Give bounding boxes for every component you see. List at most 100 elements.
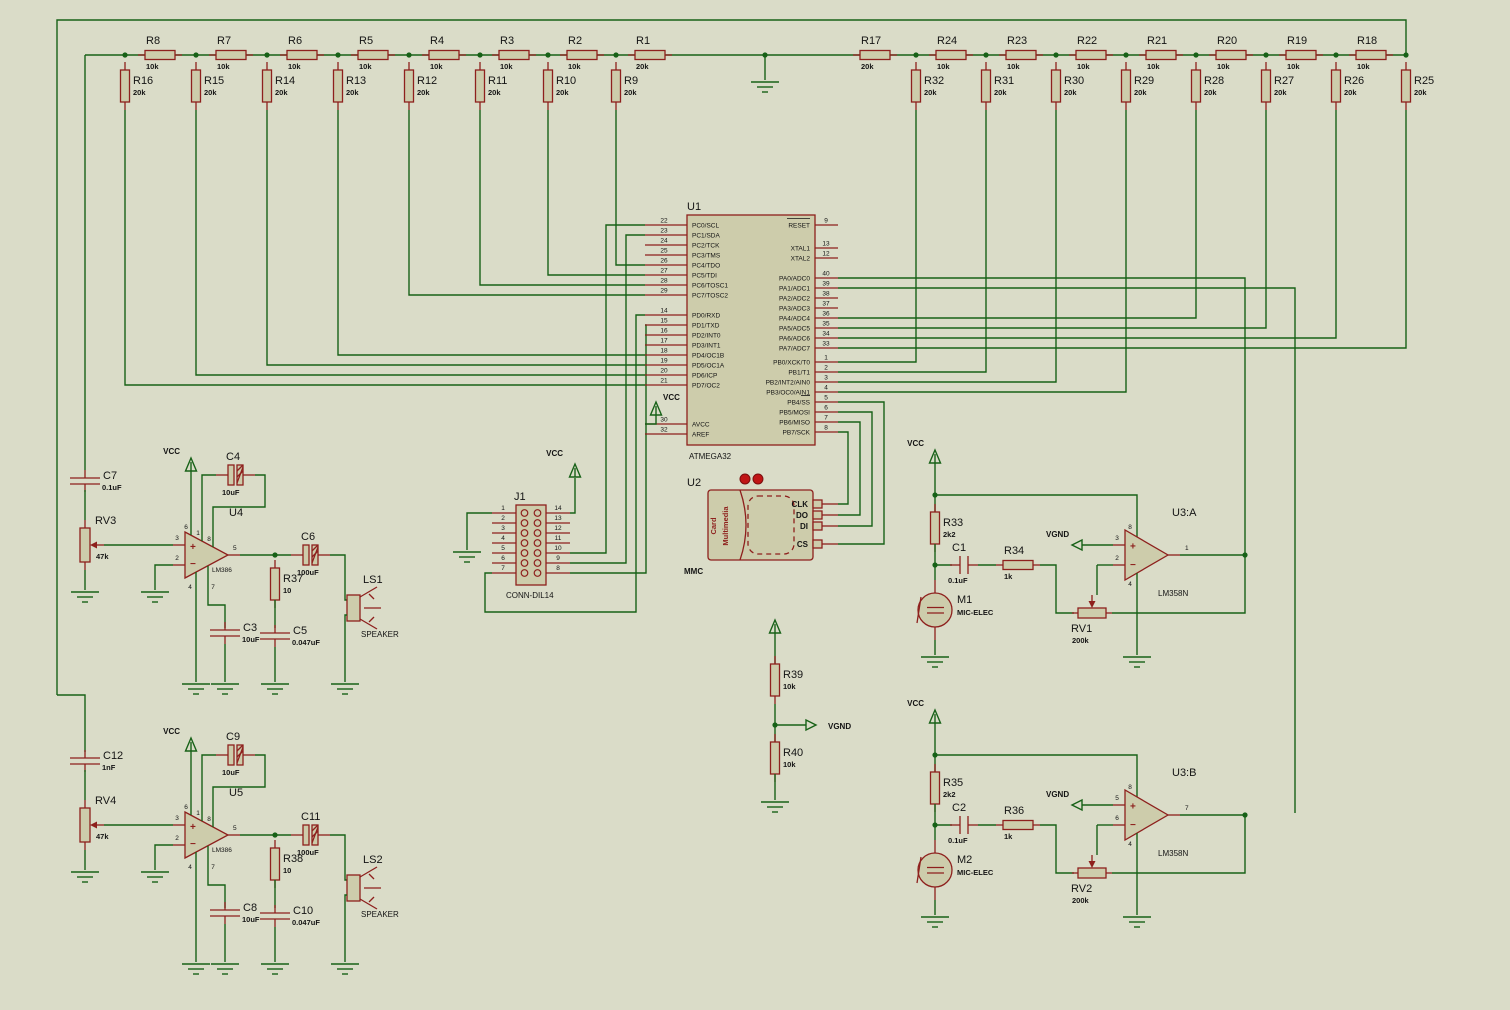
vcc-arrow[interactable]: VCC	[907, 439, 942, 464]
ground-symbol[interactable]	[921, 916, 949, 928]
ground-symbol[interactable]	[331, 683, 359, 695]
vcc-arrow[interactable]: VCC	[907, 699, 942, 724]
opamp[interactable]: +−	[1124, 528, 1170, 582]
speaker[interactable]: LS2 SPEAKER	[346, 854, 399, 919]
ground-symbol[interactable]	[261, 963, 289, 975]
vgnd-flag[interactable]: VGND	[1046, 790, 1083, 812]
resistor[interactable]: R24 10k	[929, 35, 973, 71]
capacitor-polarized[interactable]: C11100uF	[291, 811, 330, 857]
resistor[interactable]: R4 10k	[422, 35, 466, 71]
ground-symbol[interactable]	[211, 683, 239, 695]
wire[interactable]	[838, 110, 1057, 383]
ground-symbol[interactable]	[1123, 656, 1151, 668]
wire[interactable]	[479, 110, 645, 286]
capacitor-polarized[interactable]: C4 10uF	[216, 451, 255, 497]
resistor[interactable]: R920k	[610, 62, 639, 110]
wire[interactable]	[838, 110, 1407, 349]
wire[interactable]	[570, 224, 645, 554]
ground-symbol[interactable]	[182, 963, 210, 975]
resistor[interactable]: R21 10k	[1139, 35, 1183, 71]
ground-symbol[interactable]	[453, 551, 481, 563]
resistor[interactable]: R2520k	[1400, 62, 1435, 110]
vcc-arrow[interactable]: VCC	[163, 727, 198, 752]
ground-symbol[interactable]	[751, 81, 779, 93]
ground-symbol[interactable]	[211, 963, 239, 975]
capacitor[interactable]: C50.047uF	[260, 625, 320, 647]
resistor[interactable]: R1 20k	[628, 35, 672, 71]
wire[interactable]	[838, 110, 1337, 339]
capacitor[interactable]: C70.1uF	[70, 470, 122, 492]
resistor[interactable]: R22 10k	[1069, 35, 1113, 71]
potentiometer[interactable]: RV3 47k	[79, 515, 116, 570]
wire[interactable]	[330, 554, 347, 601]
wire[interactable]	[201, 474, 216, 541]
resistor[interactable]: R17 20k	[853, 35, 897, 71]
capacitor[interactable]: C2 0.1uF	[948, 802, 978, 845]
wire[interactable]	[466, 512, 492, 550]
wire[interactable]	[57, 694, 86, 752]
potentiometer[interactable]: RV2200k	[1071, 855, 1112, 905]
ground-symbol[interactable]	[261, 683, 289, 695]
ground-symbol[interactable]	[71, 591, 99, 603]
wire[interactable]	[838, 110, 987, 373]
ground-symbol[interactable]	[141, 871, 169, 883]
resistor[interactable]: R20 10k	[1209, 35, 1253, 71]
wire[interactable]	[547, 110, 645, 276]
wire[interactable]	[838, 411, 873, 527]
resistor[interactable]: R6 10k	[280, 35, 324, 71]
vgnd-flag[interactable]: VGND	[805, 718, 851, 732]
wire[interactable]	[344, 894, 347, 962]
wire[interactable]	[570, 324, 647, 574]
wire[interactable]	[570, 234, 645, 564]
ground-symbol[interactable]	[761, 801, 789, 813]
wire[interactable]	[838, 110, 1267, 329]
wire[interactable]	[484, 314, 645, 613]
resistor[interactable]: R19 10k	[1279, 35, 1323, 71]
capacitor-polarized[interactable]: C9 10uF	[216, 731, 255, 777]
resistor[interactable]: R34 1k	[996, 545, 1040, 581]
resistor[interactable]: R8 10k	[138, 35, 182, 71]
wire[interactable]	[838, 431, 849, 505]
wire[interactable]	[1040, 824, 1074, 874]
potentiometer[interactable]: RV4 47k	[79, 795, 116, 850]
resistor[interactable]: R5 10k	[351, 35, 395, 71]
resistor[interactable]: R3 10k	[492, 35, 536, 71]
capacitor[interactable]: C1 0.1uF	[948, 542, 978, 585]
wire[interactable]	[195, 110, 645, 376]
capacitor[interactable]: C121nF	[70, 750, 123, 772]
wire[interactable]	[838, 401, 885, 545]
speaker[interactable]: LS1 SPEAKER	[346, 574, 399, 639]
ground-symbol[interactable]	[331, 963, 359, 975]
microphone[interactable]: M1 MIC-ELEC	[916, 580, 994, 640]
wire[interactable]	[207, 566, 226, 628]
ground-symbol[interactable]	[182, 683, 210, 695]
wire[interactable]	[838, 421, 861, 516]
potentiometer[interactable]: RV1200k	[1071, 595, 1112, 645]
vcc-arrow[interactable]	[768, 618, 782, 634]
capacitor[interactable]: C100.047uF	[260, 905, 320, 927]
ic-U1[interactable]: U1ATMEGA3222PC0/SCL23PC1/SDA24PC2/TCK25P…	[645, 201, 838, 461]
wire[interactable]	[124, 110, 645, 386]
wire[interactable]	[838, 287, 1296, 813]
ground-symbol[interactable]	[921, 656, 949, 668]
resistor[interactable]: R23 10k	[999, 35, 1043, 71]
ground-symbol[interactable]	[1123, 916, 1151, 928]
wire[interactable]	[570, 478, 576, 514]
vgnd-flag[interactable]: VGND	[1046, 530, 1083, 552]
ground-symbol[interactable]	[141, 591, 169, 603]
wire[interactable]	[154, 564, 173, 590]
wire[interactable]	[838, 110, 1197, 319]
wire[interactable]	[615, 110, 645, 266]
vcc-arrow[interactable]: VCC	[163, 447, 198, 472]
resistor[interactable]: R18 10k	[1349, 35, 1393, 71]
connector-J1[interactable]: J1 CONN-DIL14 1 14 2 13 3 12 4 11 5 10 6 9 7 8	[492, 491, 570, 600]
wire[interactable]	[330, 834, 347, 881]
resistor[interactable]: R3910k	[769, 656, 804, 704]
vcc-arrow[interactable]: VCC	[546, 449, 582, 478]
wire[interactable]	[838, 110, 1127, 393]
resistor[interactable]: R36 1k	[996, 805, 1040, 841]
wire[interactable]	[337, 110, 645, 356]
wire[interactable]	[935, 754, 1138, 797]
wire[interactable]	[408, 110, 645, 296]
microphone[interactable]: M2 MIC-ELEC	[916, 840, 994, 900]
